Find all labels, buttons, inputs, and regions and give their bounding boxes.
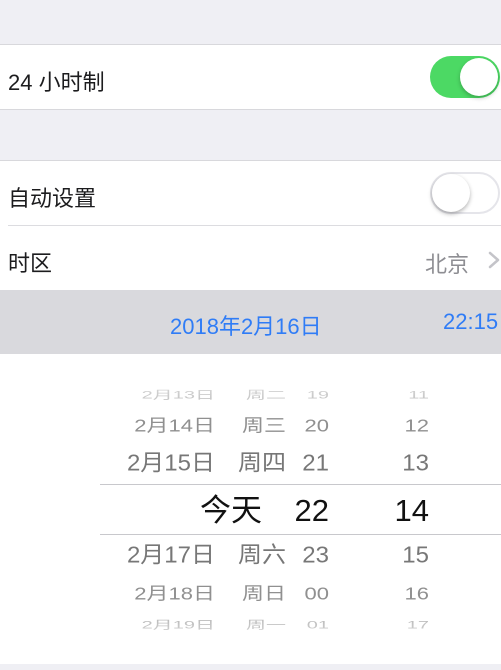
date-value[interactable]: 2018年2月16日 — [170, 309, 322, 341]
picker-date-item[interactable]: 2月17日 — [127, 544, 215, 568]
toggle-knob — [460, 58, 498, 96]
picker-date-item[interactable]: 今天 — [200, 495, 262, 526]
picker-date-item[interactable]: 2月18日 — [134, 585, 215, 603]
picker-date-item[interactable]: 2月15日 — [127, 452, 215, 476]
picker-hour-item[interactable]: 22 — [295, 495, 329, 526]
clock24-label: 24 小时制 — [8, 70, 105, 95]
picker-hour-item[interactable]: 00 — [305, 585, 329, 603]
picker-hour-item[interactable]: 20 — [305, 417, 329, 435]
timezone-value: 北京 — [425, 252, 470, 277]
picker-minute-item[interactable]: 15 — [402, 544, 429, 568]
picker-minute-item[interactable]: 14 — [395, 495, 429, 526]
auto-set-toggle[interactable] — [430, 172, 500, 214]
timezone-row[interactable]: 时区 北京 — [0, 226, 501, 291]
clock24-toggle[interactable] — [430, 56, 500, 98]
datetime-settings-group: 自动设置 时区 北京 — [0, 160, 501, 291]
datetime-bar: 2018年2月16日 22:15 — [0, 290, 501, 354]
selection-line-bottom — [100, 534, 501, 535]
date-time-picker[interactable]: 2月13日周二19112月14日周三20122月15日周四2113今天22142… — [0, 354, 501, 664]
picker-weekday-item[interactable]: 周日 — [242, 585, 286, 603]
chevron-right-icon — [488, 251, 500, 269]
picker-minute-item[interactable]: 13 — [402, 452, 429, 476]
picker-weekday-item[interactable]: 周三 — [242, 417, 286, 435]
picker-minute-item[interactable]: 16 — [405, 585, 429, 603]
picker-hour-item[interactable]: 23 — [302, 544, 329, 568]
clock24-group: 24 小时制 — [0, 44, 501, 110]
auto-set-label: 自动设置 — [8, 186, 97, 211]
picker-fade-bottom — [0, 614, 501, 664]
picker-minute-item[interactable]: 12 — [405, 417, 429, 435]
bottom-strip — [0, 664, 501, 670]
time-value[interactable]: 22:15 — [443, 309, 498, 335]
picker-weekday-item[interactable]: 周六 — [238, 544, 286, 568]
picker-fade-top — [0, 354, 501, 414]
toggle-knob — [432, 174, 470, 212]
picker-weekday-item[interactable]: 周四 — [238, 452, 286, 476]
picker-hour-item[interactable]: 21 — [302, 452, 329, 476]
auto-set-row: 自动设置 — [0, 161, 501, 225]
timezone-label: 时区 — [8, 251, 53, 276]
selection-line-top — [100, 484, 501, 485]
picker-date-item[interactable]: 2月14日 — [134, 417, 215, 435]
